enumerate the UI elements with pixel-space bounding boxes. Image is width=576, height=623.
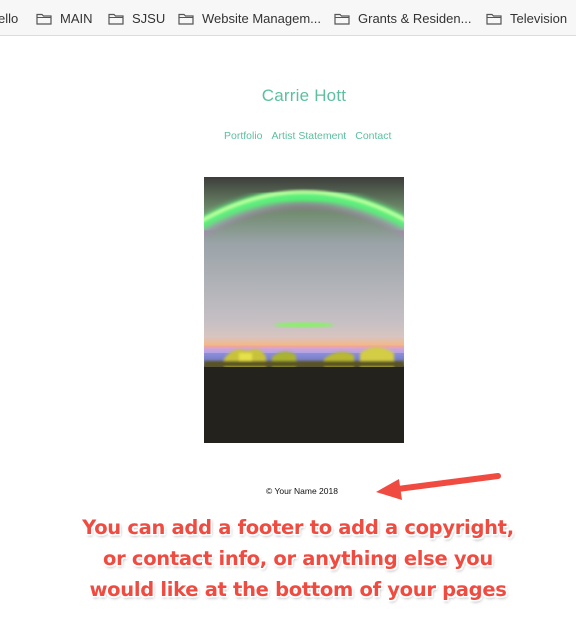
bookmark-label: Television (510, 10, 568, 26)
folder-icon (178, 13, 194, 25)
bookmark-grants-residencies[interactable]: Grants & Residen... (334, 9, 471, 27)
nav-portfolio[interactable]: Portfolio (224, 130, 263, 142)
folder-icon (486, 13, 502, 25)
folder-icon (108, 13, 124, 25)
annotation-line: would like at the bottom of your pages (89, 578, 507, 601)
bookmark-label: ello (0, 10, 19, 26)
folder-icon (334, 13, 350, 25)
nav-artist-statement[interactable]: Artist Statement (272, 130, 347, 142)
bookmark-label: SJSU (132, 10, 166, 26)
bookmark-ello[interactable]: ello (0, 9, 18, 27)
bookmark-television[interactable]: Television (486, 9, 567, 27)
bookmark-main[interactable]: MAIN (36, 9, 93, 27)
bookmarks-bar: ello MAIN SJSU Website Managem... Grants… (0, 0, 576, 36)
site-title[interactable]: Carrie Hott (0, 86, 576, 106)
bookmark-website-management[interactable]: Website Managem... (178, 9, 321, 27)
bookmark-sjsu[interactable]: SJSU (108, 9, 165, 27)
artwork-image[interactable] (204, 177, 404, 443)
footer-copyright: © Your Name 2018 (266, 486, 338, 496)
site-nav: Portfolio Artist Statement Contact (224, 130, 391, 142)
folder-icon (36, 13, 52, 25)
bookmark-label: Grants & Residen... (358, 10, 472, 26)
annotation-arrow-icon (374, 471, 503, 502)
nav-contact[interactable]: Contact (355, 130, 391, 142)
annotation-text: You can add a footer to add a copyright,… (20, 512, 576, 605)
bookmark-label: MAIN (60, 10, 93, 26)
bookmark-label: Website Managem... (202, 10, 321, 26)
annotation-line: or contact info, or anything else you (103, 547, 493, 570)
annotation-line: You can add a footer to add a copyright, (82, 516, 514, 539)
